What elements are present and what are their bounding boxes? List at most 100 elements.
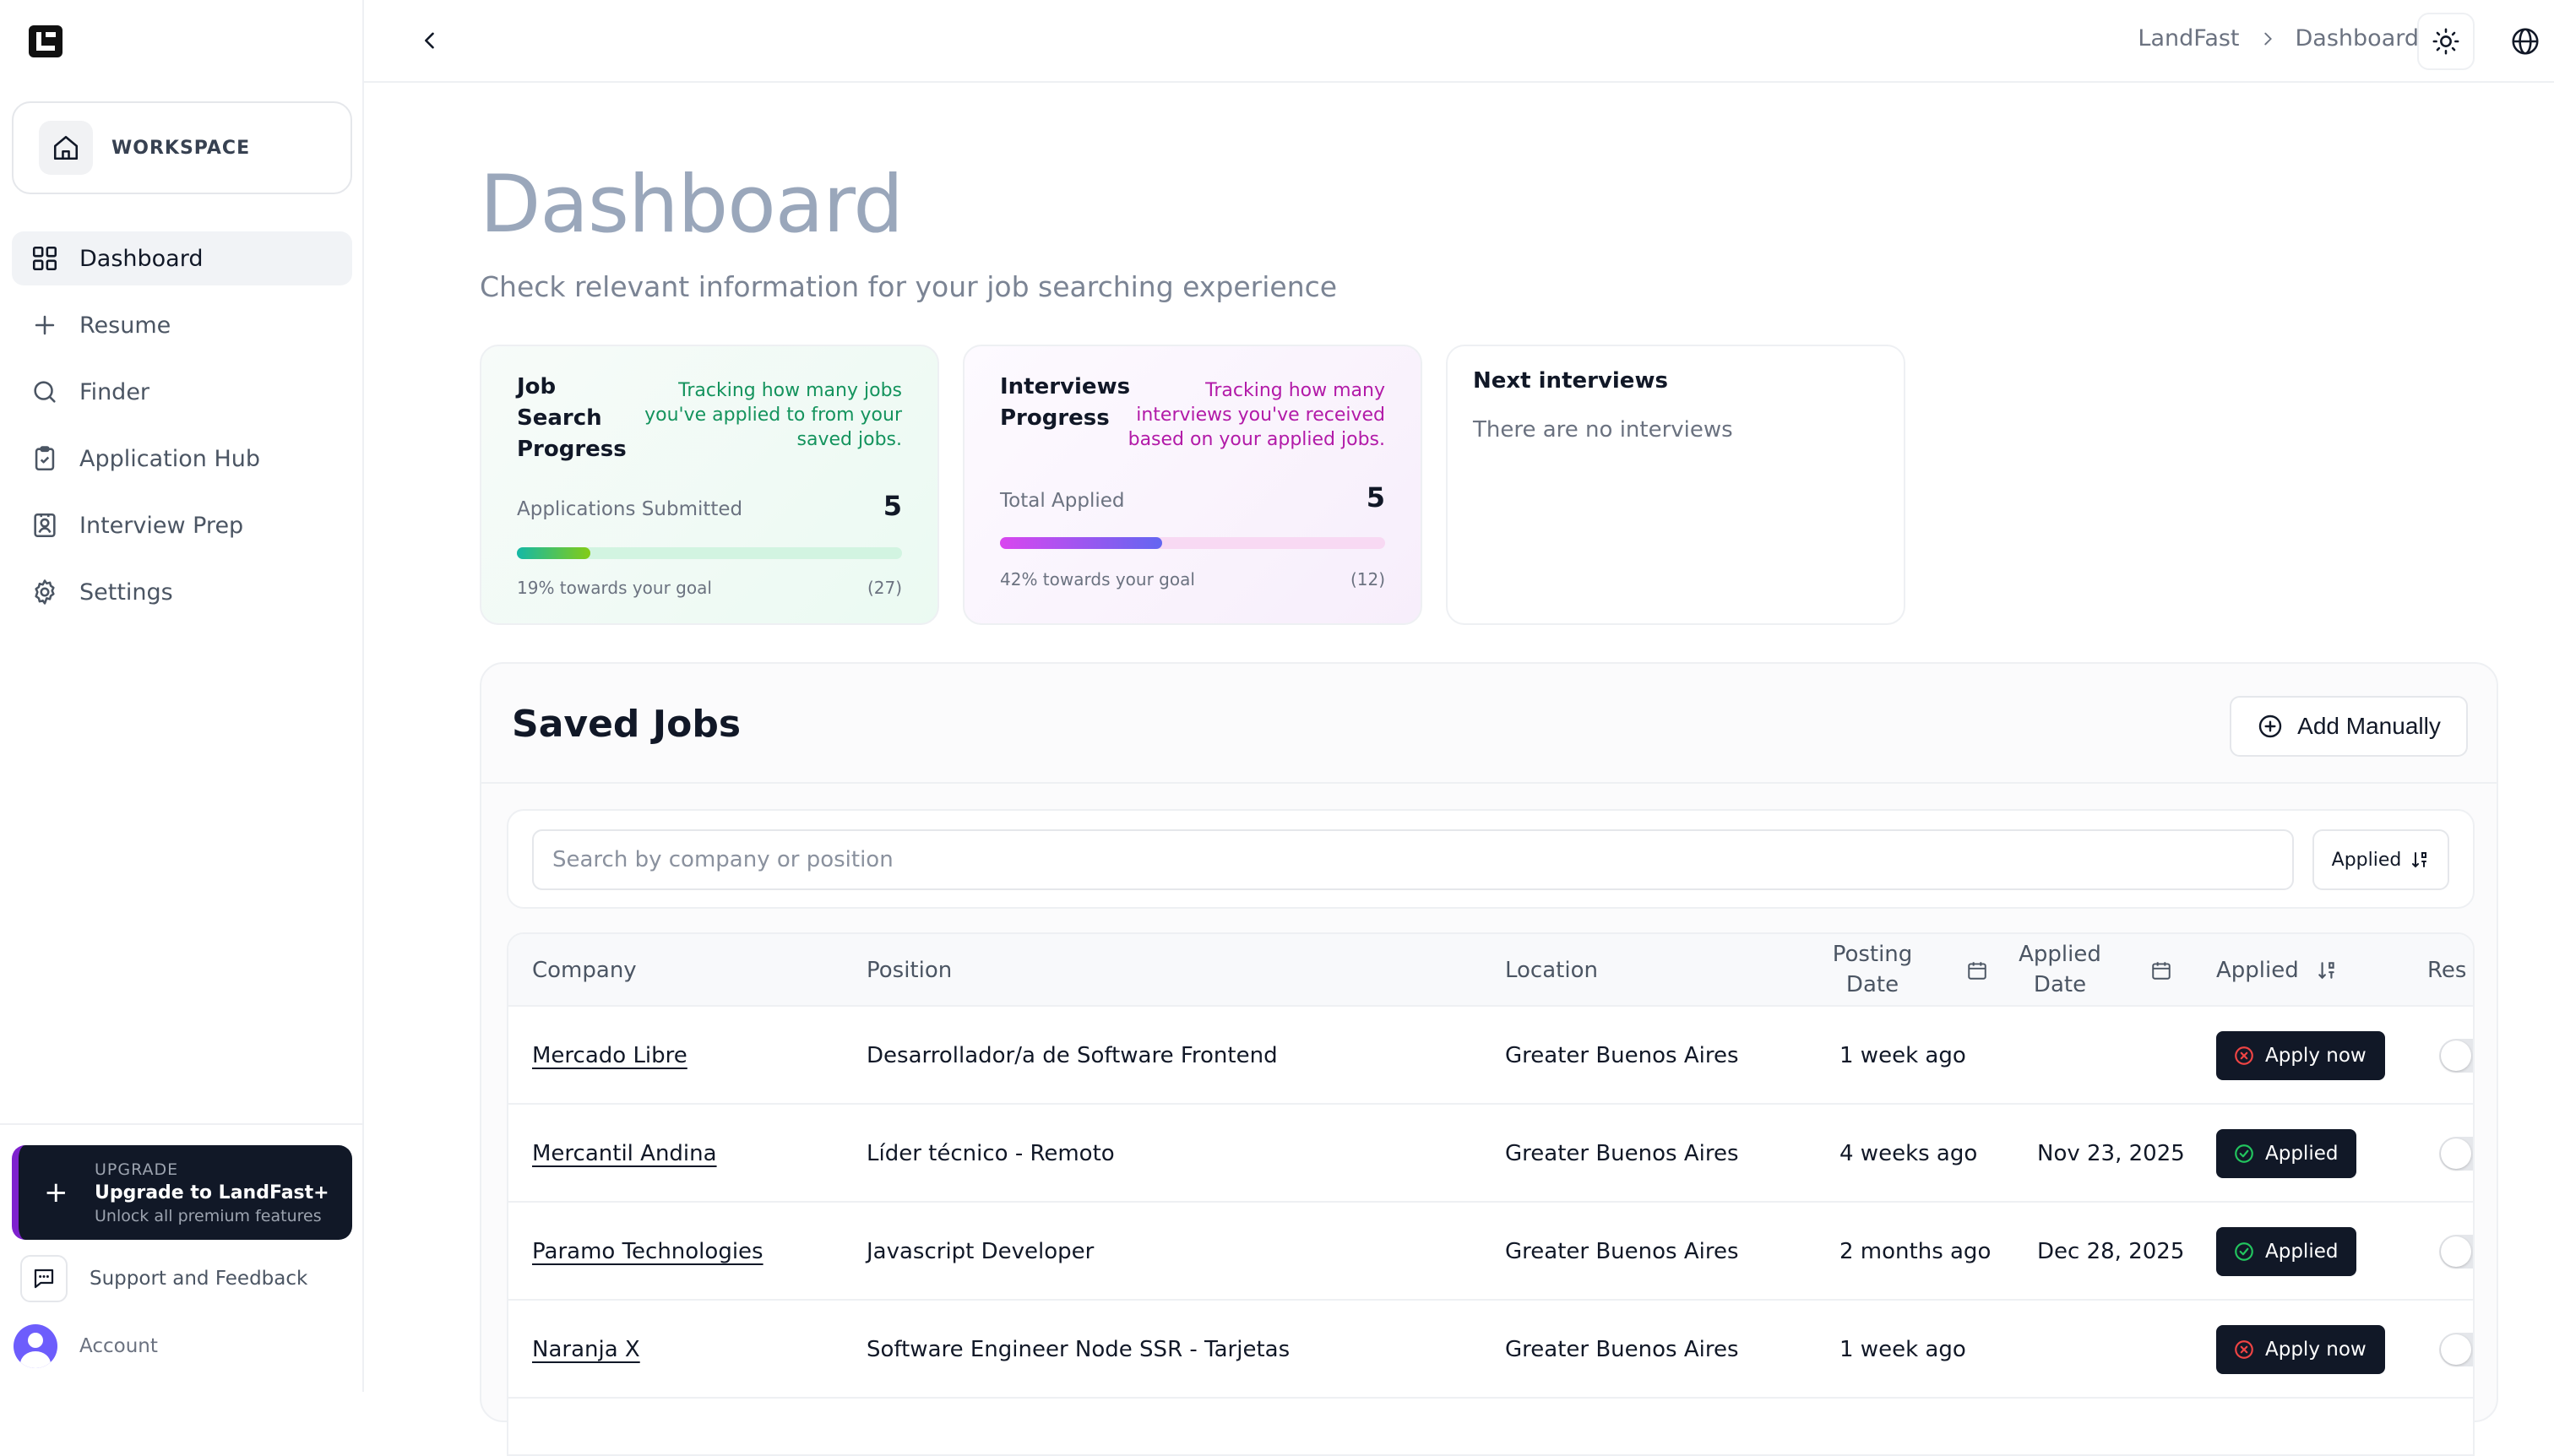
- chevron-right-icon: [2263, 32, 2272, 45]
- collapse-sidebar-button[interactable]: [413, 24, 447, 57]
- apply-now-button[interactable]: Apply now: [2216, 1325, 2385, 1374]
- add-manually-label: Add Manually: [2297, 713, 2441, 739]
- location-cell: Greater Buenos Aires: [1505, 1337, 1739, 1362]
- status-label: Apply now: [2265, 1045, 2367, 1067]
- response-toggle[interactable]: [2439, 1039, 2473, 1073]
- x-circle-icon: [2235, 1340, 2253, 1359]
- search-icon: [34, 381, 56, 403]
- avatar: [14, 1324, 57, 1368]
- sidebar-item-label: Resume: [79, 312, 171, 339]
- sort-label: Applied: [2331, 849, 2402, 871]
- company-link[interactable]: Mercantil Andina: [532, 1105, 717, 1203]
- card-description: Tracking how many interviews you've rece…: [1128, 380, 1385, 450]
- saved-jobs-header: Saved Jobs Add Manually: [481, 664, 2497, 784]
- company-link[interactable]: Naranja X: [532, 1301, 640, 1399]
- sidebar-item-label: Application Hub: [79, 445, 260, 472]
- upgrade-subtitle: Unlock all premium features: [95, 1206, 322, 1225]
- page-title: Dashboard: [480, 159, 904, 251]
- column-header-applied[interactable]: Applied: [2216, 958, 2299, 983]
- calendar-icon[interactable]: [1966, 959, 1988, 981]
- workspace-switcher[interactable]: WORKSPACE: [12, 101, 352, 194]
- goal-target: (12): [1350, 569, 1385, 589]
- sidebar-item-label: Dashboard: [79, 245, 204, 272]
- upgrade-text: UPGRADE Upgrade to LandFast+ Unlock all …: [95, 1160, 329, 1225]
- column-header-posting-date[interactable]: Posting Date: [1809, 939, 1936, 1000]
- response-toggle[interactable]: [2439, 1235, 2473, 1269]
- sidebar-item-application-hub[interactable]: Application Hub: [12, 432, 352, 486]
- response-toggle[interactable]: [2439, 1137, 2473, 1171]
- card-title: Job Search Progress: [517, 374, 627, 462]
- app-logo[interactable]: [29, 25, 62, 57]
- sort-applied-button[interactable]: Applied: [2312, 829, 2449, 890]
- gear-icon: [35, 579, 55, 605]
- support-label: Support and Feedback: [90, 1268, 308, 1290]
- add-manually-button[interactable]: Add Manually: [2230, 696, 2468, 757]
- metric-value: 5: [883, 490, 902, 522]
- applied-date-cell: Nov 23, 2025: [2037, 1141, 2185, 1166]
- page-subtitle: Check relevant information for your job …: [480, 270, 1338, 303]
- breadcrumb: LandFast Dashboard: [2138, 25, 2419, 52]
- position-cell: Javascript Developer: [867, 1239, 1095, 1264]
- column-header-applied-date[interactable]: Applied Date: [1997, 939, 2123, 1000]
- card-title: Interviews Progress: [1000, 374, 1131, 431]
- theme-toggle-button[interactable]: [2417, 13, 2475, 70]
- response-toggle[interactable]: [2439, 1333, 2473, 1366]
- upgrade-button[interactable]: + UPGRADE Upgrade to LandFast+ Unlock al…: [12, 1145, 352, 1240]
- posting-date-cell: 4 weeks ago: [1839, 1141, 1978, 1166]
- job-search-progress-card: Job Search Progress Tracking how many jo…: [480, 345, 939, 625]
- topbar: LandFast Dashboard: [364, 0, 2554, 83]
- goal-target: (27): [867, 578, 902, 598]
- posting-date-cell: 2 months ago: [1839, 1239, 1992, 1264]
- company-link[interactable]: Paramo Technologies: [532, 1203, 763, 1301]
- upgrade-eyebrow: UPGRADE: [95, 1160, 179, 1179]
- empty-state-text: There are no interviews: [1473, 417, 1733, 443]
- account-label: Account: [79, 1335, 158, 1357]
- sidebar-divider: [0, 1123, 364, 1125]
- sidebar-item-interview-prep[interactable]: Interview Prep: [12, 498, 352, 552]
- x-circle-icon: [2235, 1046, 2253, 1065]
- search-input[interactable]: [532, 829, 2294, 890]
- sort-icon[interactable]: [2316, 959, 2338, 981]
- sidebar-item-resume[interactable]: Resume: [12, 298, 352, 352]
- sidebar-item-finder[interactable]: Finder: [12, 365, 352, 419]
- progress-bar: [1000, 537, 1385, 549]
- plus-circle-icon: [2258, 714, 2282, 738]
- breadcrumb-item-landfast[interactable]: LandFast: [2138, 25, 2239, 52]
- column-header-position[interactable]: Position: [867, 958, 952, 983]
- table-row: Naranja X Software Engineer Node SSR - T…: [508, 1301, 2473, 1399]
- upgrade-title: Upgrade to LandFast+: [95, 1182, 329, 1203]
- chevron-left-icon: [425, 32, 434, 49]
- metric-label: Applications Submitted: [517, 498, 743, 520]
- plus-icon: [35, 315, 55, 335]
- sidebar-item-dashboard[interactable]: Dashboard: [12, 231, 352, 285]
- table-row: Mercado Libre Desarrollador/a de Softwar…: [508, 1007, 2473, 1105]
- contact-card-icon: [34, 513, 56, 538]
- company-link[interactable]: Mercado Libre: [532, 1007, 687, 1105]
- progress-bar: [517, 547, 902, 559]
- table-row: Mercantil Andina Líder técnico - Remoto …: [508, 1105, 2473, 1203]
- sidebar-item-label: Interview Prep: [79, 512, 244, 539]
- sidebar: WORKSPACE Dashboard Resume Finder Applic…: [0, 0, 364, 1392]
- column-header-res[interactable]: Res: [2427, 958, 2466, 983]
- sidebar-item-settings[interactable]: Settings: [12, 565, 352, 619]
- account-menu[interactable]: Account: [12, 1321, 352, 1372]
- apply-now-button[interactable]: Apply now: [2216, 1031, 2385, 1080]
- support-feedback-link[interactable]: Support and Feedback: [12, 1253, 352, 1304]
- globe-icon: [2512, 28, 2539, 55]
- calendar-icon[interactable]: [2150, 959, 2172, 981]
- next-interviews-card: Next interviews There are no interviews: [1446, 345, 1905, 625]
- home-icon: [39, 121, 93, 175]
- location-cell: Greater Buenos Aires: [1505, 1043, 1739, 1068]
- metric-value: 5: [1366, 481, 1385, 513]
- card-title: Next interviews: [1473, 368, 1668, 394]
- sidebar-nav: Dashboard Resume Finder Application Hub …: [12, 231, 352, 632]
- breadcrumb-item-dashboard: Dashboard: [2295, 25, 2419, 52]
- column-header-location[interactable]: Location: [1505, 958, 1598, 983]
- goal-text: 19% towards your goal: [517, 578, 712, 598]
- column-header-company[interactable]: Company: [532, 958, 637, 983]
- language-button[interactable]: [2497, 13, 2554, 70]
- posting-date-cell: 1 week ago: [1839, 1043, 1966, 1068]
- saved-jobs-panel: Saved Jobs Add Manually Applied Company …: [480, 662, 2498, 1456]
- applied-button[interactable]: Applied: [2216, 1227, 2357, 1276]
- applied-button[interactable]: Applied: [2216, 1129, 2357, 1178]
